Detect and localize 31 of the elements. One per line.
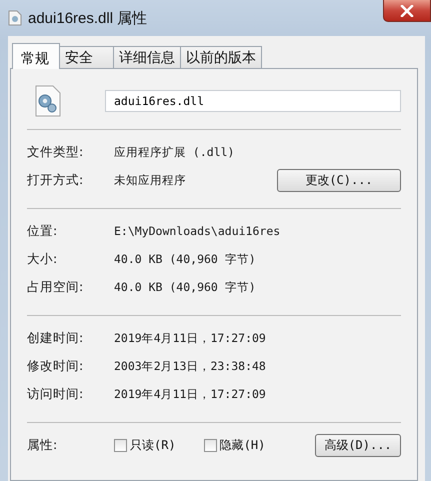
property-value: 未知应用程序 [114,172,187,188]
checkbox[interactable]: 隐藏(H) [204,436,266,454]
attributes-label: 属性: [27,436,58,454]
property-value: 应用程序扩展 (.dll) [114,144,236,160]
property-label: 位置: [27,222,58,240]
tab[interactable]: 详细信息 [113,46,181,68]
property-label: 修改时间: [27,358,84,374]
property-value: E:\MyDownloads\adui16res [114,224,282,238]
advanced-button[interactable]: 高级(D)... [315,434,401,456]
property-value: 40.0 KB (40,960 字节) [114,280,257,294]
checkbox[interactable]: 只读(R) [114,436,176,454]
property-value: 2019年4月11日，17:27:09 [114,330,267,346]
change-button[interactable]: 更改(C)... [277,168,401,192]
tab[interactable]: 安全 [59,46,114,68]
property-value: 40.0 KB (40,960 字节) [114,252,257,266]
gear-file-icon [35,85,61,117]
close-icon [400,4,414,16]
property-label: 大小: [27,250,58,268]
property-label: 创建时间: [27,330,84,346]
filename-field[interactable]: adui16res.dll [105,90,401,112]
file-icon [8,10,22,26]
close-button[interactable] [383,0,431,22]
window-title: adui16res.dll 属性 [28,8,148,28]
tab[interactable]: 常规 [12,43,60,69]
property-label: 文件类型: [27,144,84,160]
property-value: 2003年2月13日，23:38:48 [114,358,267,374]
property-label: 占用空间: [27,278,84,296]
tab[interactable]: 以前的版本 [180,46,262,68]
property-label: 打开方式: [27,172,84,188]
property-label: 访问时间: [27,386,84,402]
property-value: 2019年4月11日，17:27:09 [114,386,267,402]
